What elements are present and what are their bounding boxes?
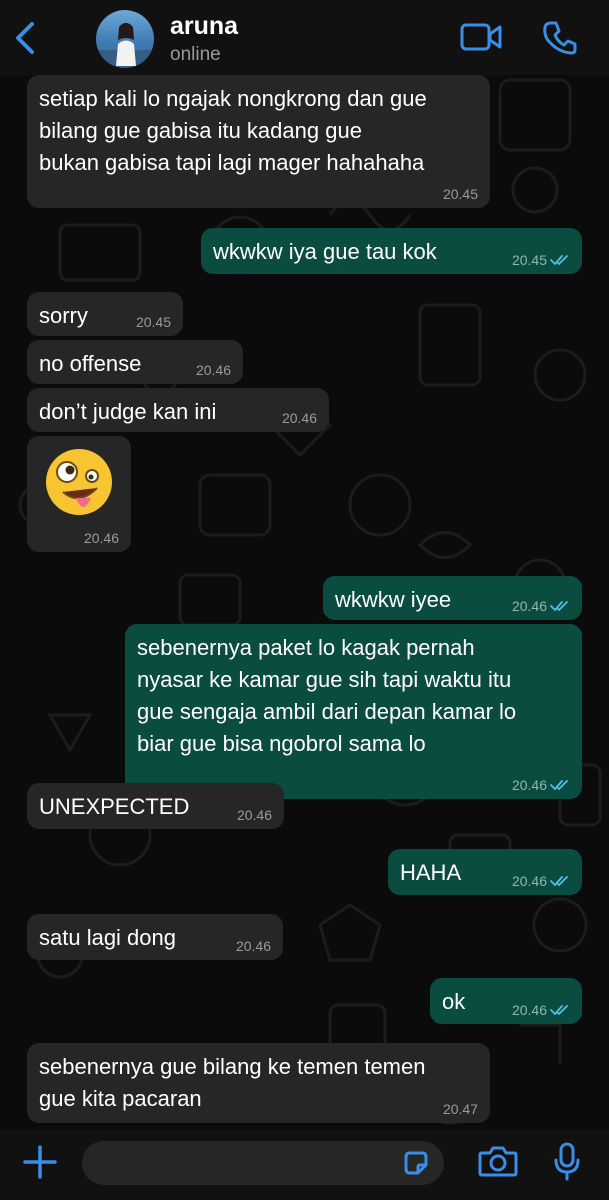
message-meta: 20.47	[443, 1101, 478, 1117]
message-time: 20.47	[442, 1101, 478, 1117]
message-meta: 20.46	[196, 362, 231, 378]
chat-area[interactable]: setiap kali lo ngajak nongkrong dan gue …	[0, 75, 609, 1130]
zany-face-emoji	[46, 449, 112, 515]
incoming-message-bubble[interactable]: no offense 20.46	[27, 340, 243, 384]
sticker-icon	[404, 1151, 428, 1175]
chevron-left-icon	[16, 22, 34, 54]
outgoing-message-bubble[interactable]: sebenernya paket lo kagak pernah nyasar …	[125, 624, 582, 799]
outgoing-message-bubble[interactable]: wkwkw iyee 20.46	[323, 576, 582, 620]
avatar[interactable]	[96, 10, 154, 68]
message-time: 20.46	[281, 410, 317, 426]
phone-call-icon	[543, 21, 577, 55]
read-ticks-icon	[550, 876, 568, 886]
message-meta: 20.46	[512, 873, 570, 889]
message-meta: 20.45	[136, 314, 171, 330]
chat-header: aruna online	[0, 0, 609, 75]
phone-call-button[interactable]	[542, 20, 578, 61]
microphone-icon	[554, 1142, 580, 1181]
message-input-bar	[0, 1130, 609, 1200]
incoming-message-bubble[interactable]: sorry 20.45	[27, 292, 183, 336]
attach-button[interactable]	[22, 1144, 58, 1180]
contact-status: online	[170, 44, 221, 65]
message-text: sebenernya paket lo kagak pernah nyasar …	[137, 635, 517, 756]
message-time: 20.46	[83, 530, 119, 546]
read-ticks-icon	[550, 780, 568, 790]
message-meta: 20.46	[512, 1002, 570, 1018]
message-meta: 20.46	[236, 938, 271, 954]
message-meta: 20.46	[237, 807, 272, 823]
message-text: setiap kali lo ngajak nongkrong dan gue …	[39, 86, 427, 175]
contact-name[interactable]: aruna	[170, 12, 238, 41]
video-call-icon	[460, 23, 502, 51]
message-time: 20.45	[442, 186, 478, 202]
message-time: 20.46	[511, 777, 547, 793]
message-time: 20.46	[511, 598, 547, 614]
message-time: 20.46	[235, 938, 271, 954]
message-meta: 20.46	[512, 777, 570, 793]
outgoing-message-bubble[interactable]: ok 20.46	[430, 978, 582, 1024]
message-meta: 20.46	[84, 530, 119, 546]
message-meta: 20.45	[512, 252, 570, 268]
incoming-message-bubble[interactable]: UNEXPECTED 20.46	[27, 783, 284, 829]
message-time: 20.46	[195, 362, 231, 378]
read-ticks-icon	[550, 255, 568, 265]
voice-message-button[interactable]	[552, 1142, 582, 1187]
outgoing-message-bubble[interactable]: wkwkw iya gue tau kok 20.45	[201, 228, 582, 274]
message-time: 20.46	[511, 1002, 547, 1018]
incoming-message-bubble[interactable]: 20.46	[27, 436, 131, 552]
message-time: 20.46	[236, 807, 272, 823]
message-time: 20.45	[511, 252, 547, 268]
sticker-button[interactable]	[402, 1149, 430, 1182]
read-ticks-icon	[550, 601, 568, 611]
message-meta: 20.45	[443, 186, 478, 202]
message-time: 20.45	[135, 314, 171, 330]
incoming-message-bubble[interactable]: setiap kali lo ngajak nongkrong dan gue …	[27, 75, 490, 208]
message-time: 20.46	[511, 873, 547, 889]
back-button[interactable]	[10, 18, 40, 58]
camera-button[interactable]	[478, 1144, 518, 1183]
message-meta: 20.46	[282, 410, 317, 426]
message-text: don’t judge kan ini	[39, 399, 217, 424]
incoming-message-bubble[interactable]: sebenernya gue bilang ke temen temen gue…	[27, 1043, 490, 1123]
message-meta: 20.46	[512, 598, 570, 614]
incoming-message-bubble[interactable]: don’t judge kan ini 20.46	[27, 388, 329, 432]
outgoing-message-bubble[interactable]: HAHA 20.46	[388, 849, 582, 895]
camera-icon	[478, 1146, 518, 1177]
message-text: sebenernya gue bilang ke temen temen gue…	[39, 1054, 426, 1111]
read-ticks-icon	[550, 1005, 568, 1015]
incoming-message-bubble[interactable]: satu lagi dong 20.46	[27, 914, 283, 960]
plus-icon	[23, 1145, 57, 1179]
video-call-button[interactable]	[460, 22, 502, 57]
avatar-photo	[96, 23, 154, 68]
message-input[interactable]	[82, 1141, 444, 1185]
